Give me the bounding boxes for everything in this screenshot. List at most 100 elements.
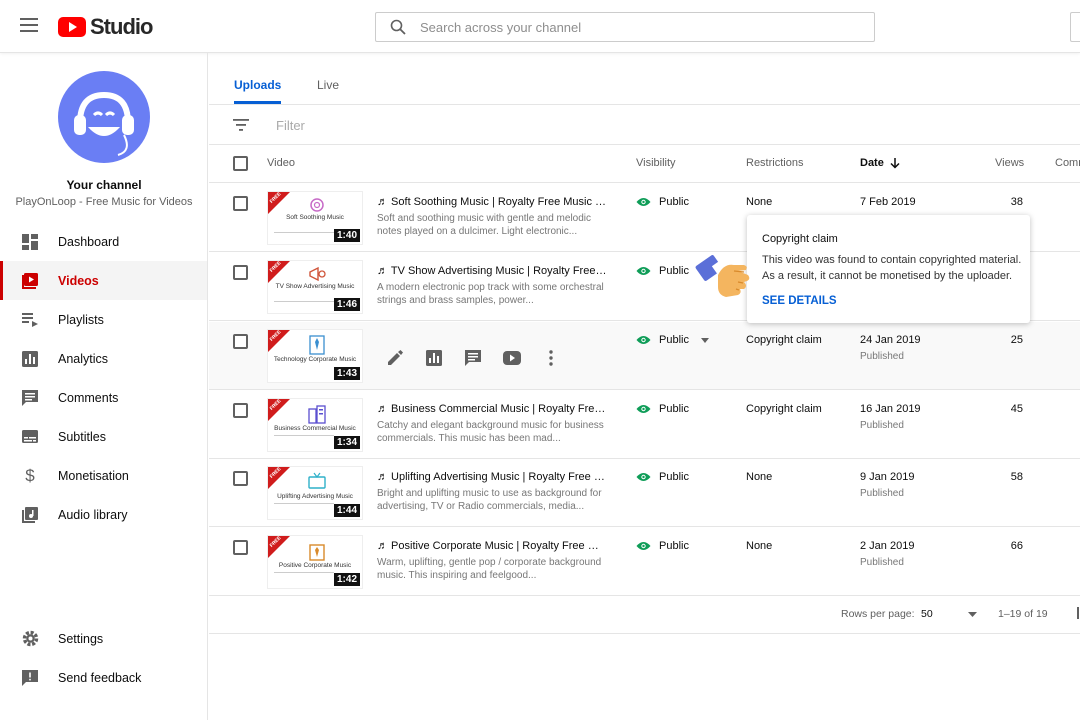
video-thumbnail[interactable]: FREE Business Commercial Music 1:34 [267,398,363,452]
eye-icon [636,198,651,206]
search-icon[interactable] [376,13,420,41]
eye-icon [636,405,651,413]
row-actions [385,348,560,367]
tab-live[interactable]: Live [317,78,339,92]
analytics-icon[interactable] [424,348,443,367]
restriction-value[interactable]: None [746,471,772,483]
video-title[interactable]: ♬ Positive Corporate Music | Royalty Fre… [377,540,607,552]
visibility-cell[interactable]: Public [636,540,689,552]
video-title[interactable]: ♬ Soft Soothing Music | Royalty Free Mus… [377,196,607,208]
visibility-cell[interactable]: Public [636,265,689,277]
top-bar: Studio [0,0,1080,53]
table-row[interactable]: FREE Technology Corporate Music 1:43 Pub… [209,322,1080,390]
channel-name: Your channel [66,178,142,192]
video-description: Catchy and elegant background music for … [377,420,604,444]
table-row[interactable]: FREE Business Commercial Music 1:34 ♬ Bu… [209,391,1080,459]
row-checkbox[interactable] [233,265,248,280]
edit-pencil-icon[interactable] [385,348,404,367]
thumbnail-divider [274,572,334,573]
video-duration: 1:46 [333,298,360,311]
eye-icon [636,267,651,275]
video-duration: 1:42 [333,573,360,586]
sidebar-item-audio-library[interactable]: Audio library [0,495,207,534]
search-input[interactable] [420,19,850,35]
column-header-restrictions[interactable]: Restrictions [746,157,803,169]
restriction-value[interactable]: Copyright claim [746,334,822,346]
column-header-views[interactable]: Views [995,157,1024,169]
studio-logo[interactable]: Studio [58,14,153,40]
video-title[interactable]: ♬ Business Commercial Music | Royalty Fr… [377,403,607,415]
column-header-visibility[interactable]: Visibility [636,157,676,169]
see-details-link[interactable]: SEE DETAILS [762,295,837,307]
copyright-claim-tooltip: Copyright claim This video was found to … [747,215,1030,323]
column-header-video[interactable]: Video [267,157,295,169]
sidebar-item-settings[interactable]: Settings [0,619,207,658]
visibility-cell[interactable]: Public [636,471,689,483]
sidebar-item-videos[interactable]: Videos [0,261,207,300]
sidebar: Your channel PlayOnLoop - Free Music for… [0,53,208,720]
views-value: 38 [1010,196,1023,208]
restriction-value[interactable]: None [746,196,772,208]
channel-avatar[interactable] [58,71,150,163]
comments-icon[interactable] [463,348,482,367]
filter-bar[interactable]: Filter [209,105,1080,145]
sidebar-item-analytics[interactable]: Analytics [0,339,207,378]
filter-icon[interactable] [233,118,249,132]
date-value: 9 Jan 2019 [860,471,915,483]
row-checkbox[interactable] [233,334,248,349]
video-title[interactable]: ♬ TV Show Advertising Music | Royalty Fr… [377,265,607,277]
column-header-comments[interactable]: Comm [1055,157,1080,169]
analytics-icon [21,350,39,368]
filter-input[interactable]: Filter [276,118,305,133]
video-description: Bright and uplifting music to use as bac… [377,488,602,512]
video-thumbnail[interactable]: FREE TV Show Advertising Music 1:46 [267,260,363,314]
select-all-checkbox[interactable] [233,156,248,171]
more-options-icon[interactable] [541,348,560,367]
restriction-value[interactable]: None [746,540,772,552]
video-title[interactable]: ♬ Uplifting Advertising Music | Royalty … [377,471,607,483]
date-value: 24 Jan 2019 [860,334,921,346]
thumbnail-divider [274,503,334,504]
create-button[interactable] [1070,12,1080,42]
dollar-icon: $ [25,465,35,485]
sidebar-item-label: Playlists [58,312,104,327]
tab-uploads[interactable]: Uploads [234,78,282,104]
thumbnail-divider [274,301,334,302]
video-duration: 1:43 [333,367,360,380]
dashboard-icon [21,233,39,251]
thumbnail-title: Positive Corporate Music [278,562,352,569]
first-page-icon[interactable] [1077,607,1079,619]
search-box[interactable] [375,12,875,42]
eye-icon [636,473,651,481]
row-checkbox[interactable] [233,540,248,555]
sidebar-item-monetisation[interactable]: $ Monetisation [0,456,207,495]
table-row[interactable]: FREE Uplifting Advertising Music 1:44 ♬ … [209,459,1080,527]
rows-per-page-select[interactable]: 50 [921,604,977,624]
table-row[interactable]: FREE Positive Corporate Music 1:42 ♬ Pos… [209,528,1080,596]
sidebar-item-comments[interactable]: Comments [0,378,207,417]
visibility-cell[interactable]: Public [636,196,689,208]
sidebar-item-subtitles[interactable]: Subtitles [0,417,207,456]
video-thumbnail[interactable]: FREE Soft Soothing Music 1:40 [267,191,363,245]
row-checkbox[interactable] [233,403,248,418]
menu-icon[interactable] [20,18,38,32]
thumbnail-title: Business Commercial Music [274,425,356,432]
video-thumbnail[interactable]: FREE Uplifting Advertising Music 1:44 [267,466,363,520]
sidebar-item-playlists[interactable]: Playlists [0,300,207,339]
video-thumbnail[interactable]: FREE Technology Corporate Music 1:43 [267,329,363,383]
visibility-cell[interactable]: Public [636,403,689,415]
sidebar-item-label: Send feedback [58,670,142,685]
date-header-label: Date [860,157,884,169]
sidebar-item-send-feedback[interactable]: Send feedback [0,658,207,697]
restriction-value[interactable]: Copyright claim [746,403,822,415]
video-thumbnail[interactable]: FREE Positive Corporate Music 1:42 [267,535,363,589]
sidebar-item-dashboard[interactable]: Dashboard [0,222,207,261]
sidebar-item-label: Subtitles [58,429,106,444]
rows-per-page-value: 50 [921,608,933,620]
row-checkbox[interactable] [233,196,248,211]
row-checkbox[interactable] [233,471,248,486]
main-content: Uploads Live Filter Video Visibility Res… [209,53,1080,720]
column-header-date[interactable]: Date [860,157,901,169]
visibility-dropdown[interactable]: Public [636,334,709,346]
youtube-play-icon[interactable] [502,348,521,367]
